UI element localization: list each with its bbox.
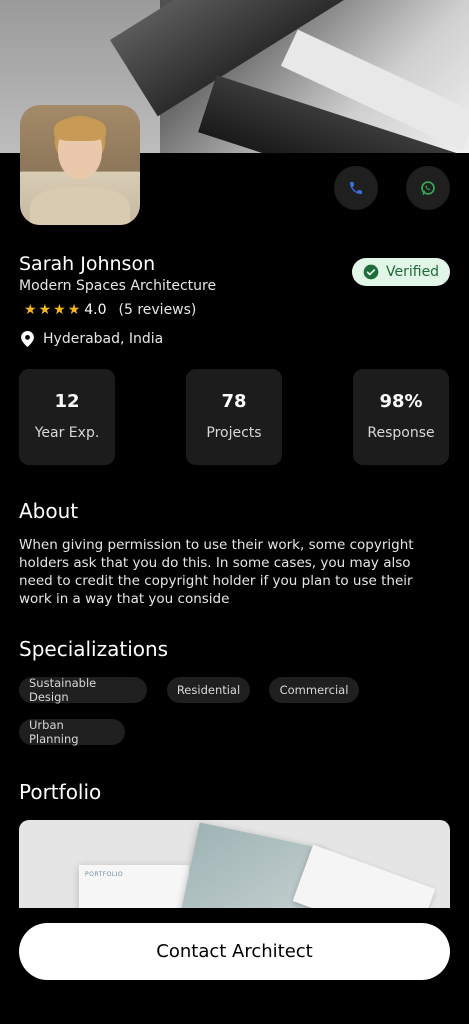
location-text: Hyderabad, India <box>43 331 164 347</box>
avatar <box>20 105 140 225</box>
star-icon: ★ <box>53 302 66 318</box>
star-icon: ★ <box>38 302 52 318</box>
stat-label: Year Exp. <box>34 425 100 441</box>
about-text: When giving permission to use their work… <box>19 537 414 607</box>
star-icon: ★ <box>24 302 37 318</box>
stat-card-experience: 12 Year Exp. <box>19 369 115 465</box>
profile-name: Sarah Johnson <box>19 253 156 275</box>
specialization-chip[interactable]: Residential <box>167 677 250 703</box>
stat-value: 78 <box>221 391 247 412</box>
specialization-chip[interactable]: Sustainable Design <box>19 676 147 704</box>
phone-icon <box>350 182 362 194</box>
specialization-chip[interactable]: Urban Planning <box>19 718 125 746</box>
portfolio-heading: Portfolio <box>19 780 102 804</box>
verified-badge: Verified <box>352 258 450 286</box>
stat-value: 98% <box>379 391 423 412</box>
rating: ★ ★ ★ ★ 4.0 (5 reviews) <box>24 302 196 318</box>
stat-label: Response <box>367 425 435 441</box>
rating-score: 4.0 <box>84 302 107 318</box>
location-pin-icon <box>21 331 34 347</box>
firm-name: Modern Spaces Architecture <box>19 278 217 294</box>
specializations-heading: Specializations <box>19 637 169 661</box>
star-icon: ★ <box>67 302 81 318</box>
check-circle-icon <box>363 264 379 280</box>
stat-card-response: 98% Response <box>353 369 449 465</box>
stat-label: Projects <box>206 425 262 441</box>
whatsapp-button[interactable] <box>406 166 450 210</box>
specialization-chip[interactable]: Commercial <box>269 677 359 703</box>
portfolio-image[interactable]: PORTFOLIO <box>19 820 450 915</box>
about-heading: About <box>19 499 79 523</box>
contact-architect-button[interactable]: Contact Architect <box>19 923 450 980</box>
call-button[interactable] <box>334 166 378 210</box>
whatsapp-icon <box>421 181 435 195</box>
rating-reviews[interactable]: (5 reviews) <box>119 302 197 318</box>
stat-card-projects: 78 Projects <box>186 369 282 465</box>
location: Hyderabad, India <box>21 331 163 347</box>
portfolio-image-label: PORTFOLIO <box>85 871 124 878</box>
stat-value: 12 <box>54 391 80 412</box>
verified-label: Verified <box>386 264 440 280</box>
